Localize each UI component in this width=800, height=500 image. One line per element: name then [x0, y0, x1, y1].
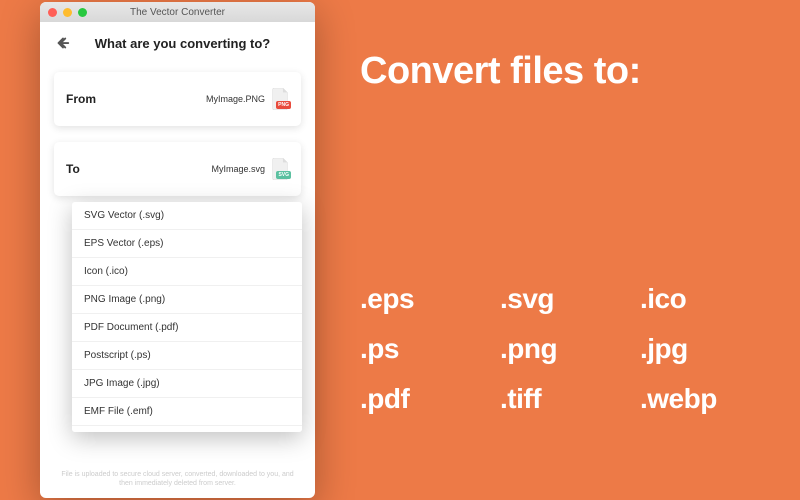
formats-grid: .eps .svg .ico .ps .png .jpg .pdf .tiff … [360, 283, 770, 415]
format-label: .svg [500, 283, 630, 315]
promo-panel: Convert files to: .eps .svg .ico .ps .pn… [360, 50, 770, 415]
svg-badge: SVG [276, 171, 291, 179]
to-value: MyImage.svg SVG [211, 158, 289, 180]
file-icon: SVG [271, 158, 289, 180]
format-label: .ico [640, 283, 770, 315]
dropdown-item[interactable]: Icon (.ico) [72, 258, 302, 286]
format-label: .png [500, 333, 630, 365]
from-value: MyImage.PNG PNG [206, 88, 289, 110]
file-icon: PNG [271, 88, 289, 110]
dropdown-item[interactable]: WMF File (.wmf) [72, 426, 302, 432]
disclaimer-text: File is uploaded to secure cloud server,… [54, 470, 301, 488]
header-row: What are you converting to? [54, 34, 301, 52]
format-label: .tiff [500, 383, 630, 415]
app-window: The Vector Converter What are you conver… [40, 2, 315, 498]
dropdown-item[interactable]: EMF File (.emf) [72, 398, 302, 426]
format-label: .pdf [360, 383, 490, 415]
to-filename: MyImage.svg [211, 164, 265, 174]
dropdown-item[interactable]: PDF Document (.pdf) [72, 314, 302, 342]
promo-title: Convert files to: [360, 50, 770, 93]
page-title: What are you converting to? [82, 36, 301, 51]
format-label: .webp [640, 383, 770, 415]
dropdown-item[interactable]: PNG Image (.png) [72, 286, 302, 314]
to-label: To [66, 162, 80, 176]
from-card[interactable]: From MyImage.PNG PNG [54, 72, 301, 126]
to-card[interactable]: To MyImage.svg SVG [54, 142, 301, 196]
app-body: What are you converting to? From MyImage… [40, 22, 315, 498]
format-dropdown: SVG Vector (.svg) EPS Vector (.eps) Icon… [72, 202, 302, 432]
window-title: The Vector Converter [40, 7, 315, 18]
dropdown-item[interactable]: SVG Vector (.svg) [72, 202, 302, 230]
png-badge: PNG [276, 101, 291, 109]
titlebar: The Vector Converter [40, 2, 315, 22]
format-label: .jpg [640, 333, 770, 365]
dropdown-item[interactable]: JPG Image (.jpg) [72, 370, 302, 398]
dropdown-item[interactable]: EPS Vector (.eps) [72, 230, 302, 258]
from-filename: MyImage.PNG [206, 94, 265, 104]
dropdown-item[interactable]: Postscript (.ps) [72, 342, 302, 370]
back-arrow-icon[interactable] [54, 34, 72, 52]
format-label: .eps [360, 283, 490, 315]
from-label: From [66, 92, 96, 106]
format-label: .ps [360, 333, 490, 365]
